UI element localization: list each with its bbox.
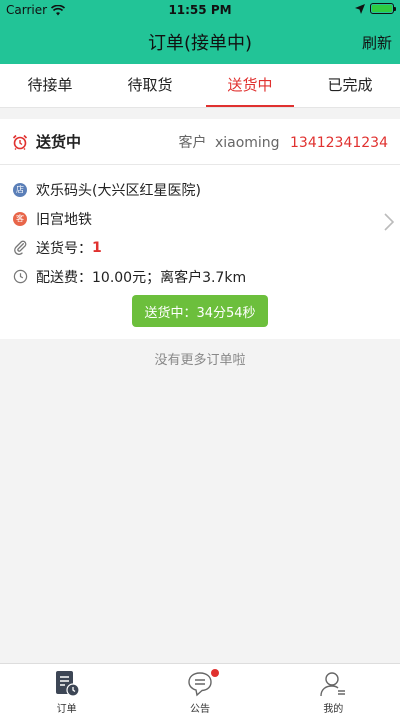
order-card-header: 送货中 客户 xiaoming 13412341234 — [0, 119, 400, 165]
customer-info: 客户 xiaoming 13412341234 — [179, 132, 389, 152]
customer-phone[interactable]: 13412341234 — [290, 135, 388, 151]
delivery-number-label: 送货号： — [36, 240, 92, 257]
destination-row: 客 旧宫地铁 — [12, 204, 388, 233]
user-profile-icon — [320, 672, 346, 697]
delivery-number-row: 送货号： 1 — [12, 233, 388, 262]
tabbar-label-announcements: 公告 — [189, 704, 210, 715]
refresh-button[interactable]: 刷新 — [362, 32, 392, 53]
customer-label: 客户 — [178, 134, 207, 151]
bottom-tab-bar: 订单 公告 我的 — [0, 663, 400, 719]
store-icon: 店 — [13, 182, 27, 197]
order-details: 店 欢乐码头(大兴区红星医院) 客 旧宫地铁 送货号： 1 配送费：10.00元… — [0, 165, 400, 291]
store-row: 店 欢乐码头(大兴区红星医院) — [12, 175, 388, 204]
orders-icon — [55, 671, 80, 697]
customer-icon: 客 — [13, 211, 27, 226]
tabbar-label-orders: 订单 — [56, 704, 77, 715]
tab-completed[interactable]: 已完成 — [300, 64, 400, 107]
tab-delivering[interactable]: 送货中 — [200, 64, 300, 107]
battery-icon — [370, 3, 396, 14]
no-more-orders-text: 没有更多订单啦 — [154, 353, 246, 368]
order-tabs: 待接单 待取货 送货中 已完成 — [0, 64, 400, 108]
paperclip-icon — [13, 240, 26, 255]
delivering-timer-label: 送货中： — [144, 305, 197, 321]
delivery-number: 1 — [92, 239, 102, 256]
nav-bar: 订单(接单中) 刷新 — [0, 20, 400, 64]
tabbar-item-announcements[interactable]: 公告 — [133, 664, 266, 719]
unread-badge — [211, 669, 220, 677]
store-name: 欢乐码头(大兴区红星医院) — [36, 182, 201, 199]
order-status-title: 送货中 — [36, 133, 82, 151]
location-arrow-icon — [355, 3, 365, 14]
delivering-timer-button[interactable]: 送货中： 34分54秒 — [132, 295, 268, 327]
customer-name: xiaoming — [214, 134, 280, 151]
page-title: 订单(接单中) — [147, 33, 253, 54]
clock: 11:55 PM — [168, 3, 232, 17]
tabbar-item-orders[interactable]: 订单 — [0, 664, 133, 719]
destination-address: 旧宫地铁 — [36, 211, 92, 228]
delivery-fee-text: 配送费：10.00元；离客户3.7km — [36, 269, 247, 286]
clock-icon — [13, 269, 27, 284]
tabbar-label-profile: 我的 — [323, 704, 344, 715]
announcement-chat-icon — [188, 672, 212, 697]
fee-row: 配送费：10.00元；离客户3.7km — [12, 262, 388, 291]
alarm-clock-icon — [12, 134, 28, 150]
tabbar-item-profile[interactable]: 我的 — [267, 664, 400, 719]
tab-pending-accept[interactable]: 待接单 — [0, 64, 100, 107]
status-bar: Carrier 11:55 PM — [0, 0, 400, 20]
chevron-right-icon[interactable] — [384, 213, 394, 231]
order-card[interactable]: 送货中 客户 xiaoming 13412341234 店 欢乐码头(大兴区红星… — [0, 119, 400, 339]
delivering-timer-value: 34分54秒 — [196, 305, 256, 321]
tab-pending-pickup[interactable]: 待取货 — [100, 64, 200, 107]
